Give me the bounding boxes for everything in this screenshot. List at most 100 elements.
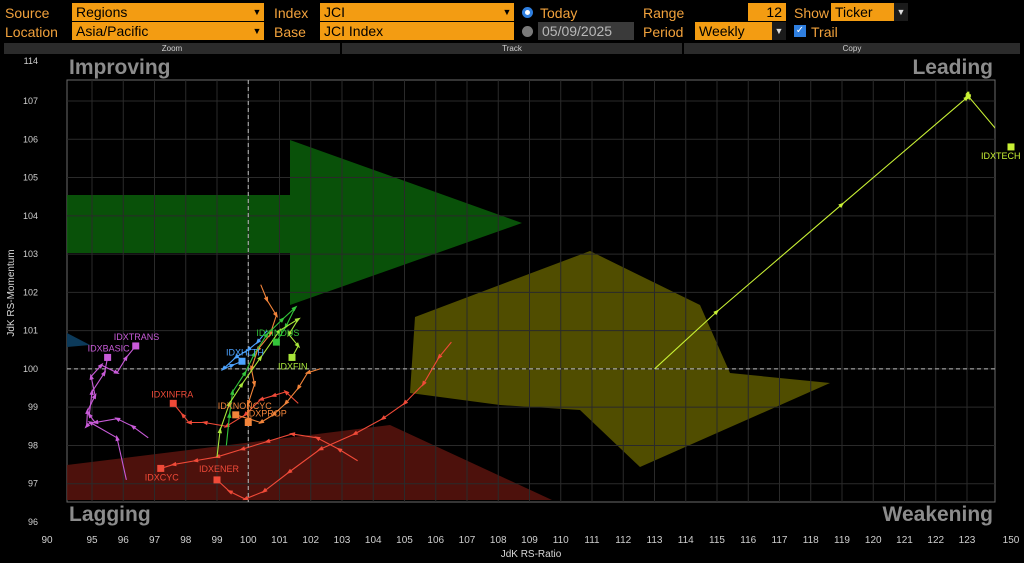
source-label: Source [5,5,50,21]
x-tick-label: 120 [865,535,882,546]
base-field[interactable]: JCI Index [320,22,514,40]
x-tick-label: 105 [396,535,413,546]
x-tick-label: 116 [740,535,756,546]
marker-idxindus [272,338,280,346]
label-idxener: IDXENER [199,464,240,474]
track-label: Track [502,44,522,53]
marker-idxcyc [157,464,165,472]
x-tick-label: 102 [302,535,319,546]
x-tick-label: 115 [709,535,725,546]
track-button[interactable]: Track [342,43,682,54]
copy-button[interactable]: Copy [684,43,1020,54]
x-tick-label: 97 [149,535,161,546]
x-tick-label: 118 [803,535,819,546]
today-radio[interactable] [522,7,533,18]
show-label: Show [794,5,830,21]
date-radio[interactable] [522,26,533,37]
x-tick-label: 101 [271,535,288,546]
x-tick-label: 117 [772,535,788,546]
chevron-down-icon[interactable]: ▼ [250,22,264,40]
x-tick-label: 112 [615,535,631,546]
zoom-button[interactable]: Zoom [4,43,340,54]
y-tick-label: 101 [23,326,38,336]
x-tick-label: 111 [584,535,600,546]
x-tick-label: 100 [240,535,257,546]
x-tick-label: 103 [334,535,351,546]
y-tick-label: 106 [23,134,38,144]
label-idxhlth: IDXHLTH [226,347,264,357]
show-dropdown[interactable]: Ticker ▼ [831,3,908,21]
chevron-down-icon[interactable]: ▼ [500,3,514,21]
period-dropdown[interactable]: Weekly ▼ [695,22,786,40]
chevron-down-icon[interactable]: ▼ [772,22,786,40]
marker-idxener [213,476,221,484]
x-tick-label: 90 [41,535,53,546]
source-value: Regions [76,4,128,20]
y-tick-label: 107 [23,96,38,106]
zoom-label: Zoom [161,44,183,53]
x-tick-label: 113 [647,535,663,546]
label-idxprop: IDXPROP [246,408,287,418]
x-tick-label: 96 [118,535,130,546]
period-label: Period [643,24,684,40]
location-label: Location [5,24,58,40]
y-tick-label: 100 [23,364,38,374]
y-tick-label: 99 [28,402,38,412]
marker-idxinfra [169,399,177,407]
x-tick-label: 106 [427,535,444,546]
today-label: Today [540,5,578,21]
y-tick-label: 104 [23,211,38,221]
chevron-down-icon[interactable]: ▼ [894,3,908,21]
y-tick-label: 103 [23,249,38,259]
index-dropdown[interactable]: JCI ▼ [320,3,514,21]
base-value: JCI Index [324,23,384,39]
rrg-chart[interactable]: 90 95 96 97 98 99 100 101 102 103 104 105 106 107 108 1… [0,55,1024,563]
show-value: Ticker [835,4,873,20]
marker-idxprop [244,418,252,426]
marker-idxhlth [238,357,246,365]
source-dropdown[interactable]: Regions ▼ [72,3,264,21]
date-value: 05/09/2025 [542,23,613,39]
y-tick-label: 114 [24,56,38,66]
improving-label: Improving [69,56,171,79]
weakening-label: Weakening [883,503,993,526]
location-dropdown[interactable]: Asia/Pacific ▼ [72,22,264,40]
x-tick-label: 122 [927,535,944,546]
y-tick-label: 98 [28,440,38,450]
x-tick-label: 150 [1003,535,1020,546]
x-axis: 90 95 96 97 98 99 100 101 102 103 104 105 106 107 108 1… [41,535,1019,546]
marker-idxtech [1007,143,1015,151]
range-label: Range [643,5,685,21]
label-idxtech: IDXTECH [981,151,1021,161]
label-idxfin: IDXFIN [278,361,308,371]
marker-idxnoncyc [232,411,240,419]
label-idxcyc: IDXCYC [145,472,180,482]
x-tick-label: 119 [834,535,850,546]
marker-idxtrans [132,342,140,350]
chevron-down-icon[interactable]: ▼ [250,3,264,21]
x-tick-label: 99 [211,535,223,546]
leading-label: Leading [912,56,993,79]
marker-idxfin [288,353,296,361]
y-tick-label: 97 [28,479,38,489]
label-idxinfra: IDXINFRA [151,389,193,399]
x-tick-label: 123 [959,535,976,546]
x-tick-label: 109 [521,535,538,546]
x-tick-label: 108 [490,535,507,546]
y-tick-label: 96 [28,517,38,527]
trail-label: Trail [811,24,838,40]
x-tick-label: 110 [553,535,569,546]
date-field[interactable]: 05/09/2025 [538,22,634,40]
trail-checkbox[interactable]: ✓ [794,25,806,37]
x-tick-label: 121 [896,535,913,546]
index-label: Index [274,5,309,21]
range-value: 12 [766,4,782,20]
label-idxindus: IDXINDUS [256,328,299,338]
label-idxbasic: IDXBASIC [88,343,131,353]
index-value: JCI [324,4,345,20]
copy-label: Copy [842,44,862,53]
x-tick-label: 98 [180,535,192,546]
range-input[interactable]: 12 [748,3,786,21]
marker-idxbasic [104,353,112,361]
x-tick-label: 95 [86,535,98,546]
